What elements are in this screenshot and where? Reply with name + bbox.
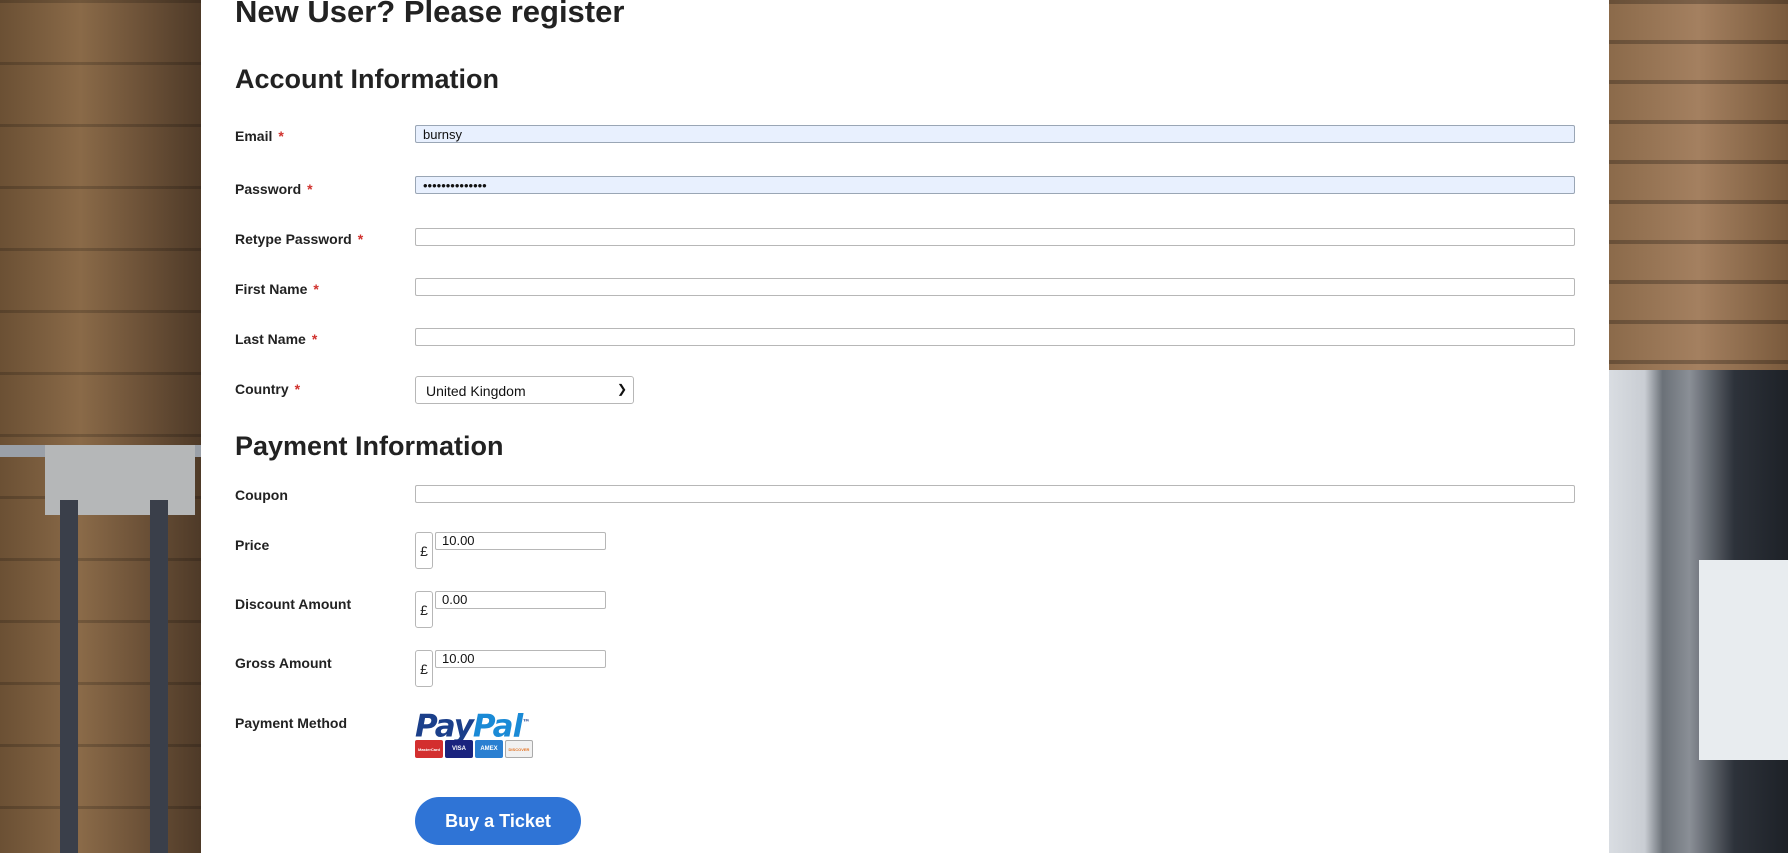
country-selected-value: United Kingdom	[426, 383, 526, 399]
background-photo-left	[0, 0, 201, 853]
currency-symbol: £	[415, 591, 433, 628]
first-name-field[interactable]	[415, 278, 1575, 296]
required-marker: *	[311, 331, 318, 347]
required-marker: *	[307, 181, 313, 197]
window-opening	[1699, 560, 1788, 760]
paypal-option[interactable]: PayPal™ MasterCard VISA AMEX DISCOVER	[415, 706, 535, 760]
password-field[interactable]	[415, 176, 1575, 194]
chevron-down-icon: ❯	[616, 382, 627, 396]
email-field[interactable]	[415, 125, 1575, 143]
currency-symbol: £	[415, 532, 433, 569]
accepted-cards: MasterCard VISA AMEX DISCOVER	[415, 740, 533, 758]
gross-amount-field[interactable]: 10.00	[435, 650, 606, 668]
country-select[interactable]: United Kingdom ❯	[415, 376, 634, 404]
shelf-post	[60, 500, 78, 853]
discount-amount-field[interactable]: 0.00	[435, 591, 606, 609]
first-name-label: First Name *	[235, 281, 319, 297]
currency-symbol: £	[415, 650, 433, 687]
buy-ticket-button[interactable]: Buy a Ticket	[415, 797, 581, 845]
price-field[interactable]: 10.00	[435, 532, 606, 550]
password-label: Password *	[235, 181, 313, 197]
discover-icon: DISCOVER	[505, 740, 533, 758]
registration-panel: New User? Please register Account Inform…	[201, 0, 1609, 853]
required-marker: *	[278, 128, 284, 144]
mastercard-icon: MasterCard	[415, 740, 443, 758]
background-photo-right	[1609, 0, 1788, 853]
account-information-heading: Account Information	[235, 64, 499, 94]
gross-amount-label: Gross Amount	[235, 655, 332, 671]
price-label: Price	[235, 537, 270, 553]
payment-method-label: Payment Method	[235, 715, 348, 731]
visa-icon: VISA	[445, 740, 473, 758]
last-name-label: Last Name *	[235, 331, 318, 347]
page-title: New User? Please register	[235, 0, 625, 29]
discount-amount-label: Discount Amount	[235, 596, 352, 612]
email-label: Email *	[235, 128, 284, 144]
retype-password-field[interactable]	[415, 228, 1575, 246]
retype-password-label: Retype Password *	[235, 231, 364, 247]
payment-information-heading: Payment Information	[235, 431, 504, 461]
country-label: Country *	[235, 381, 301, 397]
shelf-post	[150, 500, 168, 853]
coupon-field[interactable]	[415, 485, 1575, 503]
last-name-field[interactable]	[415, 328, 1575, 346]
required-marker: *	[357, 231, 364, 247]
required-marker: *	[313, 281, 319, 297]
amex-icon: AMEX	[475, 740, 503, 758]
required-marker: *	[294, 381, 301, 397]
paypal-logo: PayPal™	[415, 708, 530, 745]
coupon-label: Coupon	[235, 487, 288, 503]
